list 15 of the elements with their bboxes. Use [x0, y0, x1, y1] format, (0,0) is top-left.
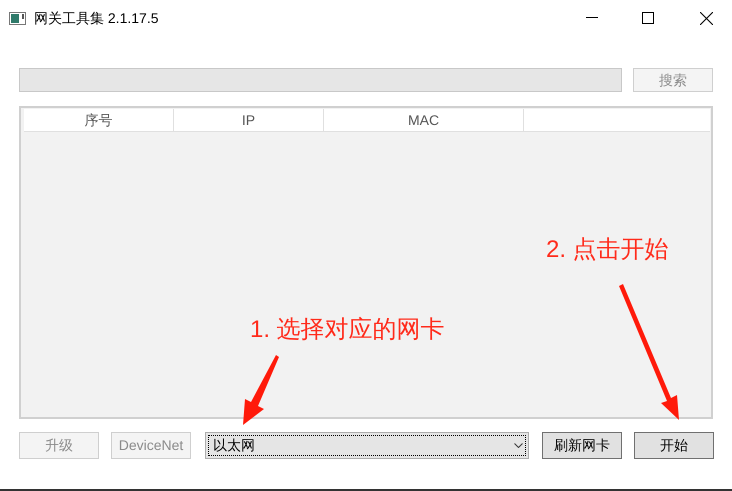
- maximize-icon[interactable]: [642, 12, 654, 24]
- close-icon[interactable]: [700, 12, 713, 24]
- adapter-dropdown[interactable]: 以太网: [205, 432, 529, 459]
- annotation-text: 1. 选择对应的网卡: [250, 315, 445, 345]
- minimize-icon[interactable]: [586, 17, 598, 19]
- action-button[interactable]: 开始: [634, 432, 714, 459]
- column-header[interactable]: IP: [174, 109, 324, 131]
- column-header[interactable]: MAC: [324, 109, 524, 131]
- column-header[interactable]: 序号: [24, 109, 174, 131]
- chevron-down-icon: [514, 443, 523, 448]
- annotation-arrow: [243, 355, 279, 425]
- action-button[interactable]: 刷新网卡: [542, 432, 622, 459]
- annotation-text: 2. 点击开始: [546, 235, 669, 265]
- app-icon: [9, 12, 26, 24]
- window-title: 网关工具集 2.1.17.5: [34, 8, 158, 28]
